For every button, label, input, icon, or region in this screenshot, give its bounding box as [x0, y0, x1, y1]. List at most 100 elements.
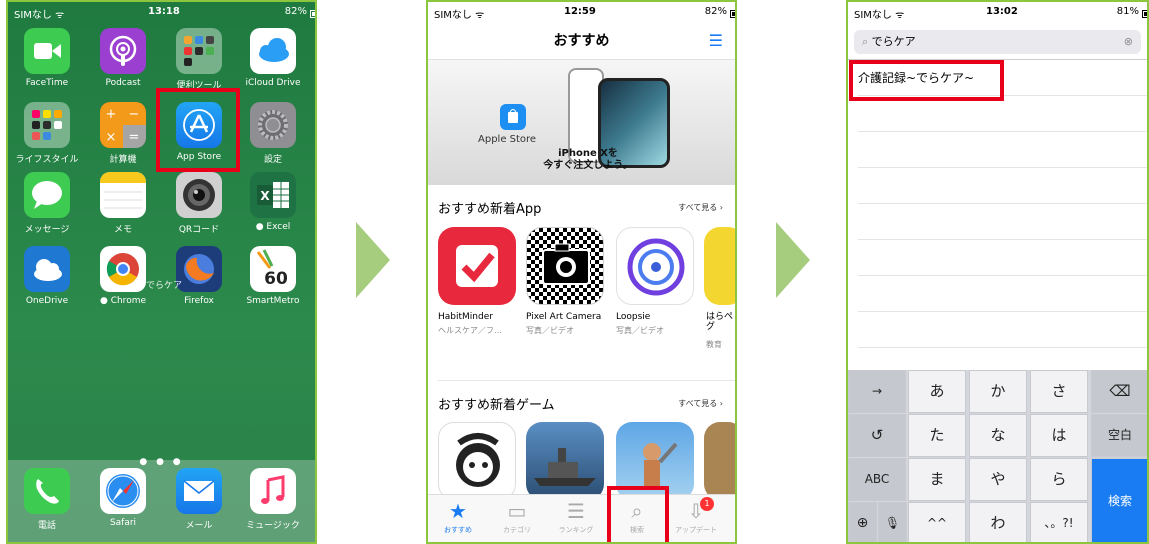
smartmetro-icon: 60 [250, 246, 296, 292]
tab-featured[interactable]: ★ おすすめ [430, 499, 486, 535]
tools-folder[interactable]: 便利ツール [164, 28, 234, 91]
star-icon: ★ [449, 499, 467, 523]
key-ma[interactable]: ま [908, 458, 966, 501]
app-label: FaceTime [25, 78, 69, 88]
tab-label: おすすめ [444, 526, 472, 534]
podcast-app[interactable]: Podcast [88, 28, 158, 88]
loopsie-tile[interactable] [616, 227, 694, 305]
podcast-icon [100, 28, 146, 74]
phone-app[interactable]: 電話 [12, 468, 82, 531]
pixel-art-camera-tile[interactable] [526, 227, 604, 305]
battery-icon [310, 10, 315, 18]
search-input-value: でらケア [871, 35, 916, 48]
firefox-app[interactable]: Firefox [164, 246, 234, 306]
section-title: おすすめ新着App [438, 202, 542, 217]
globe-icon[interactable]: ⊕ [848, 502, 877, 542]
lifestyle-folder[interactable]: ライフスタイル [12, 102, 82, 165]
notes-icon [100, 172, 146, 218]
qr-code-app[interactable]: QRコード [164, 172, 234, 235]
settings-app[interactable]: 設定 [238, 102, 308, 165]
messages-app[interactable]: メッセージ [12, 172, 82, 235]
tab-updates[interactable]: ⇩ アップデート 1 [668, 497, 724, 535]
empty-row [858, 132, 1147, 168]
app-category: 教育 [706, 340, 722, 349]
key-ra[interactable]: ら [1030, 458, 1088, 501]
key-next-arrow[interactable]: → [848, 370, 906, 413]
see-all-link[interactable]: すべて見る › [678, 202, 723, 213]
key-space[interactable]: 空白 [1091, 414, 1147, 457]
cloud-icon [250, 28, 296, 74]
key-wa[interactable]: わ [969, 502, 1027, 542]
banner-store-label: Apple Store [478, 134, 537, 145]
app-store-phone: SIMなし ᯤ 12:59 82% おすすめ ☰ Apple Store iPh… [426, 0, 737, 544]
empty-row [858, 168, 1147, 204]
key-na[interactable]: な [969, 414, 1027, 457]
key-ka[interactable]: か [969, 370, 1027, 413]
app-label: QRコード [178, 225, 220, 235]
smartmetro-app[interactable]: 60 SmartMetro [238, 246, 308, 306]
tab-label: ランキング [558, 526, 594, 534]
music-note-icon [250, 468, 296, 514]
habitminder-tile[interactable] [438, 227, 516, 305]
see-all-link[interactable]: すべて見る › [678, 398, 723, 409]
safari-app[interactable]: Safari [88, 468, 158, 528]
key-ta[interactable]: た [908, 414, 966, 457]
app-label: メモ [113, 225, 132, 235]
facetime-icon [24, 28, 70, 74]
onedrive-app[interactable]: OneDrive [12, 246, 82, 306]
svg-text:=: = [129, 130, 140, 145]
featured-banner[interactable]: Apple Store iPhone Xを 今すぐ注文しよう。 [428, 60, 735, 185]
svg-text:×: × [106, 130, 117, 145]
battery-label: 82% [285, 6, 315, 18]
tab-label: カテゴリ [503, 526, 531, 534]
key-ha[interactable]: は [1030, 414, 1088, 457]
empty-row [858, 312, 1147, 348]
game-tile[interactable] [438, 422, 516, 500]
clear-icon[interactable]: ⊗ [1124, 30, 1133, 54]
mail-app[interactable]: メール [164, 468, 234, 531]
harapeko-tile[interactable] [704, 227, 735, 305]
app-name: はらぺ グ [706, 312, 734, 332]
calculator-app[interactable]: + − × = 計算機 [88, 102, 158, 165]
key-a[interactable]: あ [908, 370, 966, 413]
key-punctuation[interactable]: 、。?! [1030, 502, 1088, 542]
folder-icon [24, 102, 70, 148]
key-abc[interactable]: ABC [848, 458, 906, 501]
drag-overlay-label: でらケア [146, 281, 183, 291]
app-label: 電話 [37, 521, 56, 531]
app-label: Safari [109, 518, 137, 528]
step-arrow-1 [356, 222, 390, 298]
banner-promo-text: iPhone Xを 今すぐ注文しよう。 [543, 148, 633, 171]
game-tile[interactable] [704, 422, 735, 500]
search-key[interactable]: 検索 [1091, 458, 1147, 542]
search-input[interactable]: ⌕ でらケア ⊗ [854, 30, 1141, 54]
update-badge: 1 [700, 497, 714, 511]
app-name: Pixel Art Camera [526, 312, 602, 322]
tab-categories[interactable]: ▭ カテゴリ [489, 499, 545, 535]
key-sa[interactable]: さ [1030, 370, 1088, 413]
chrome-app[interactable]: ● Chrome [88, 246, 158, 306]
status-bar: SIMなし ᯤ 13:18 82% [8, 2, 315, 22]
key-kaomoji[interactable]: ^^ [908, 502, 966, 542]
key-undo[interactable]: ↺ [848, 414, 906, 457]
icloud-drive-app[interactable]: iCloud Drive [238, 28, 308, 88]
phone-icon [24, 468, 70, 514]
excel-app[interactable]: X ● Excel [238, 172, 308, 232]
app-category: 写真／ビデオ [616, 326, 664, 335]
notes-app[interactable]: メモ [88, 172, 158, 235]
smartmetro-number: 60 [264, 269, 288, 289]
home-screen-phone: SIMなし ᯤ 13:18 82% FaceTime Podcast 便利ツール… [6, 0, 317, 544]
list-icon: ☰ [567, 499, 585, 523]
app-label: メッセージ [24, 225, 70, 235]
time-label: 12:59 [564, 6, 596, 17]
microphone-icon[interactable]: 🎙 [878, 502, 907, 542]
backspace-icon[interactable]: ⌫ [1091, 370, 1147, 413]
warship-game-tile[interactable] [526, 422, 604, 500]
calculator-icon: + − × = [100, 102, 146, 148]
key-ya[interactable]: や [969, 458, 1027, 501]
list-menu-icon[interactable]: ☰ [709, 22, 723, 60]
music-app[interactable]: ミュージック [238, 468, 308, 531]
message-bubble-icon [24, 172, 70, 218]
facetime-app[interactable]: FaceTime [12, 28, 82, 88]
tab-ranking[interactable]: ☰ ランキング [548, 499, 604, 535]
